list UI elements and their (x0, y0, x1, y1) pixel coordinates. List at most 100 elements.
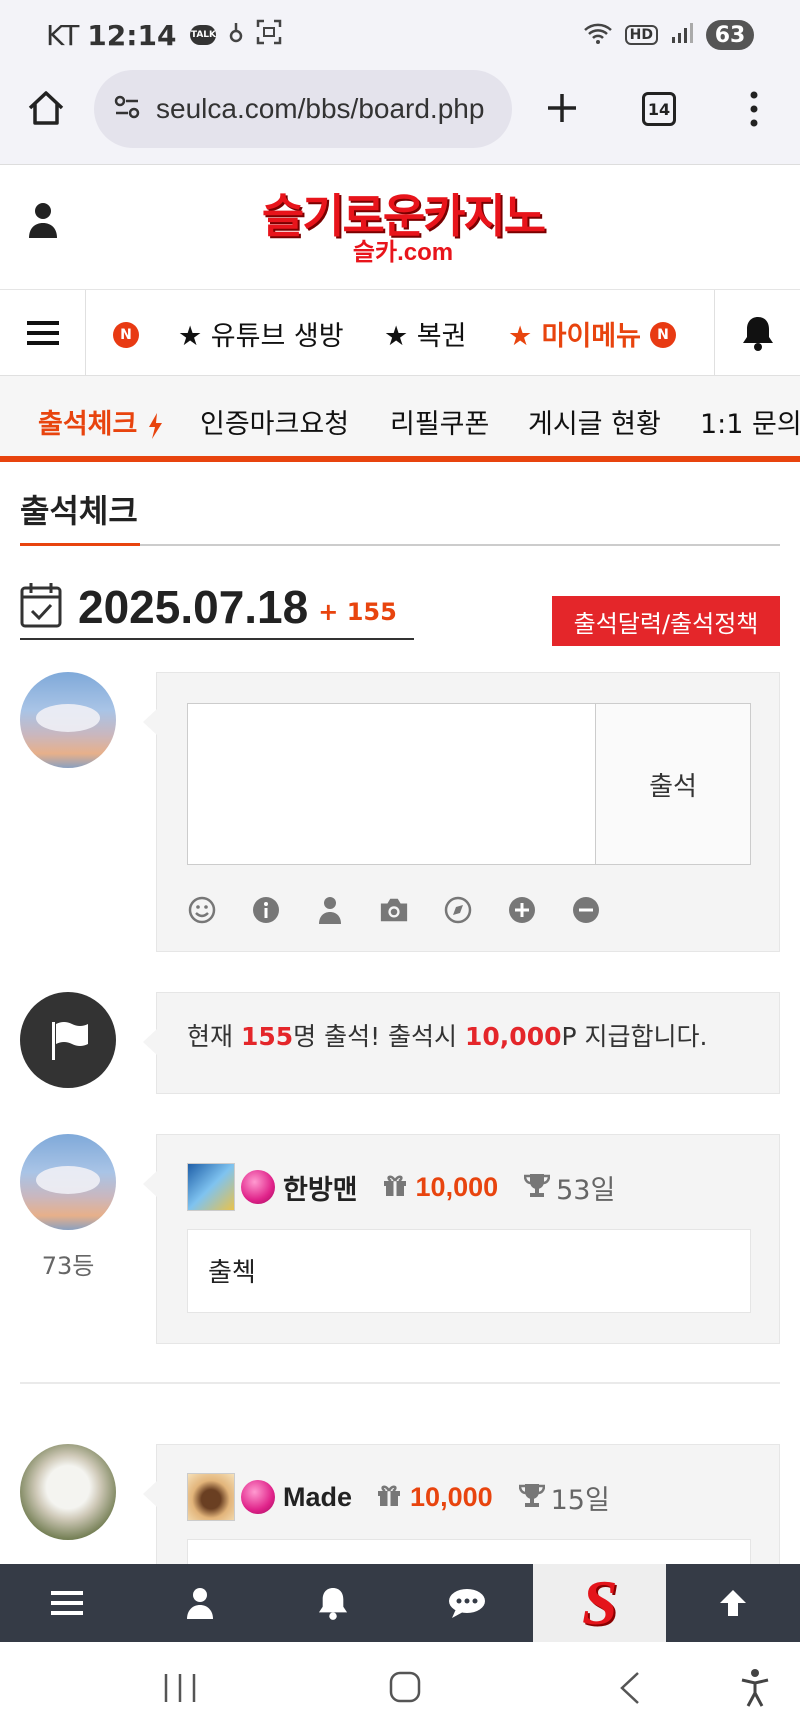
site-settings-icon[interactable] (112, 92, 142, 126)
user-level-icon (187, 1473, 235, 1521)
attend-submit-button[interactable]: 출석 (595, 703, 751, 865)
bottom-chat-button[interactable] (400, 1564, 533, 1642)
date-row: 2025.07.18 + 155 (20, 576, 414, 640)
chat-icon (448, 1589, 485, 1618)
entry-user-line: Made 10,000 15일 (187, 1473, 610, 1521)
address-bar[interactable]: seulca.com/bbs/board.php (94, 70, 512, 148)
write-toolbar (187, 895, 601, 925)
trophy-icon (518, 1482, 545, 1512)
divider (20, 1382, 780, 1384)
nav-item-my-menu[interactable]: ★ 마이메뉴 (508, 314, 641, 353)
compass-icon[interactable] (443, 895, 473, 925)
tab-attendance-label: 출석체크 (38, 409, 138, 440)
hamburger-icon (26, 320, 59, 345)
nav-item-youtube-live[interactable]: ★ 유튜브 생방 (178, 314, 344, 353)
new-badge: N (113, 322, 139, 348)
gem-icon (241, 1480, 275, 1514)
plus-circle-icon[interactable] (507, 895, 537, 925)
flag-icon (52, 1022, 88, 1060)
entry-message: 출첵 (187, 1229, 751, 1313)
tab-inquiry[interactable]: 1:1 문의 (700, 402, 800, 441)
user-icon[interactable] (28, 202, 58, 242)
calendar-icon (20, 581, 62, 633)
bottom-notify-button[interactable] (267, 1564, 400, 1642)
tab-cert-mark-request[interactable]: 인증마크요청 (200, 402, 349, 441)
notifications-button[interactable] (714, 290, 800, 376)
accessibility-icon[interactable] (740, 1668, 770, 1712)
page-title: 출석체크 (20, 492, 138, 530)
hamburger-icon (50, 1591, 83, 1615)
attendance-entry: 한방맨 10,000 53일 출첵 (143, 1134, 780, 1344)
scroll-top-button[interactable] (666, 1564, 799, 1642)
tab-refill-coupon[interactable]: 리필쿠폰 (390, 402, 489, 441)
tab-switcher-button[interactable]: 14 (642, 92, 676, 126)
new-badge: N (650, 322, 676, 348)
nav-item-lottery[interactable]: ★ 복권 (384, 314, 466, 353)
tab-attendance[interactable]: 출석체크 (38, 402, 163, 441)
battery-indicator: 63 (706, 20, 754, 50)
lightning-icon (148, 412, 162, 439)
carrier-label: KT (46, 18, 80, 52)
clock: 12:14 (87, 18, 177, 52)
s-logo-icon: S (582, 1567, 618, 1638)
bottom-toolbar: S (0, 1564, 800, 1642)
camera-icon[interactable] (379, 895, 409, 925)
home-nav-icon[interactable] (388, 1670, 422, 1708)
username[interactable]: 한방맨 (283, 1168, 358, 1207)
points-value: 10,000 (415, 1171, 499, 1202)
talk-icon: TALK (190, 25, 217, 45)
trophy-icon (523, 1172, 551, 1202)
info-icon[interactable] (251, 895, 281, 925)
attendance-write-box: 출석 (143, 672, 780, 952)
streak-days: 15일 (550, 1484, 610, 1516)
gem-icon (241, 1170, 275, 1204)
site-logo[interactable]: 슬기로운카지노 슬카.com (258, 192, 548, 266)
bell-icon (319, 1588, 348, 1620)
attendance-date: 2025.07.18 (78, 581, 309, 633)
wifi-icon (583, 19, 613, 52)
calendar-policy-button[interactable]: 출석달력/출석정책 (552, 596, 780, 646)
user-icon (186, 1588, 213, 1619)
avatar (20, 1134, 116, 1230)
sub-nav: 출석체크 인증마크요청 리필쿠폰 게시글 현황 1:1 문의 (0, 376, 800, 462)
flag-avatar (20, 992, 116, 1088)
bottom-menu-button[interactable] (0, 1564, 133, 1642)
site-header: 슬기로운카지노 슬카.com (0, 166, 800, 290)
bottom-user-button[interactable] (133, 1564, 266, 1642)
more-menu-icon[interactable] (744, 90, 764, 132)
signal-icon (670, 19, 694, 52)
notification-icon (228, 19, 244, 52)
minus-circle-icon[interactable] (571, 895, 601, 925)
browser-toolbar: seulca.com/bbs/board.php 14 (0, 70, 800, 165)
avatar (20, 672, 116, 768)
bottom-logo-button[interactable]: S (533, 1564, 667, 1642)
menu-button[interactable] (0, 289, 86, 376)
new-tab-icon[interactable] (544, 90, 580, 130)
attendance-notice: 현재 155명 출석! 출석시 10,000P 지급합니다. (143, 992, 780, 1094)
tab-post-status[interactable]: 게시글 현황 (528, 402, 661, 441)
back-nav-icon[interactable] (616, 1670, 642, 1710)
title-divider (20, 543, 780, 546)
rank-label: 73등 (41, 1252, 95, 1280)
comment-textarea[interactable] (187, 703, 597, 865)
person-icon[interactable] (315, 895, 345, 925)
url-text: seulca.com/bbs/board.php (156, 93, 485, 124)
page: KT 12:14 TALK HD 63 seulca.com/bbs/board… (0, 0, 800, 1734)
logo-domain: 슬카.com (352, 239, 454, 266)
entry-user-line: 한방맨 10,000 53일 (187, 1163, 615, 1211)
notice-text: 현재 155명 출석! 출석시 10,000P 지급합니다. (187, 1022, 708, 1051)
streak-days: 53일 (556, 1174, 616, 1206)
gift-icon (382, 1173, 408, 1201)
screenshot-icon (256, 19, 282, 52)
status-bar: KT 12:14 TALK HD 63 (0, 0, 800, 70)
username[interactable]: Made (283, 1482, 352, 1513)
arrow-up-icon (720, 1590, 747, 1616)
emoji-icon[interactable] (187, 895, 217, 925)
home-icon[interactable] (26, 88, 66, 132)
logo-title: 슬기로운카지노 (261, 190, 546, 242)
main-nav: N ★ 유튜브 생방 ★ 복권 ★ 마이메뉴 N (0, 289, 800, 376)
attendance-count: + 155 (318, 598, 397, 626)
recent-apps-icon[interactable] (162, 1672, 198, 1708)
gift-icon (376, 1483, 402, 1511)
system-nav-bar (0, 1642, 800, 1734)
